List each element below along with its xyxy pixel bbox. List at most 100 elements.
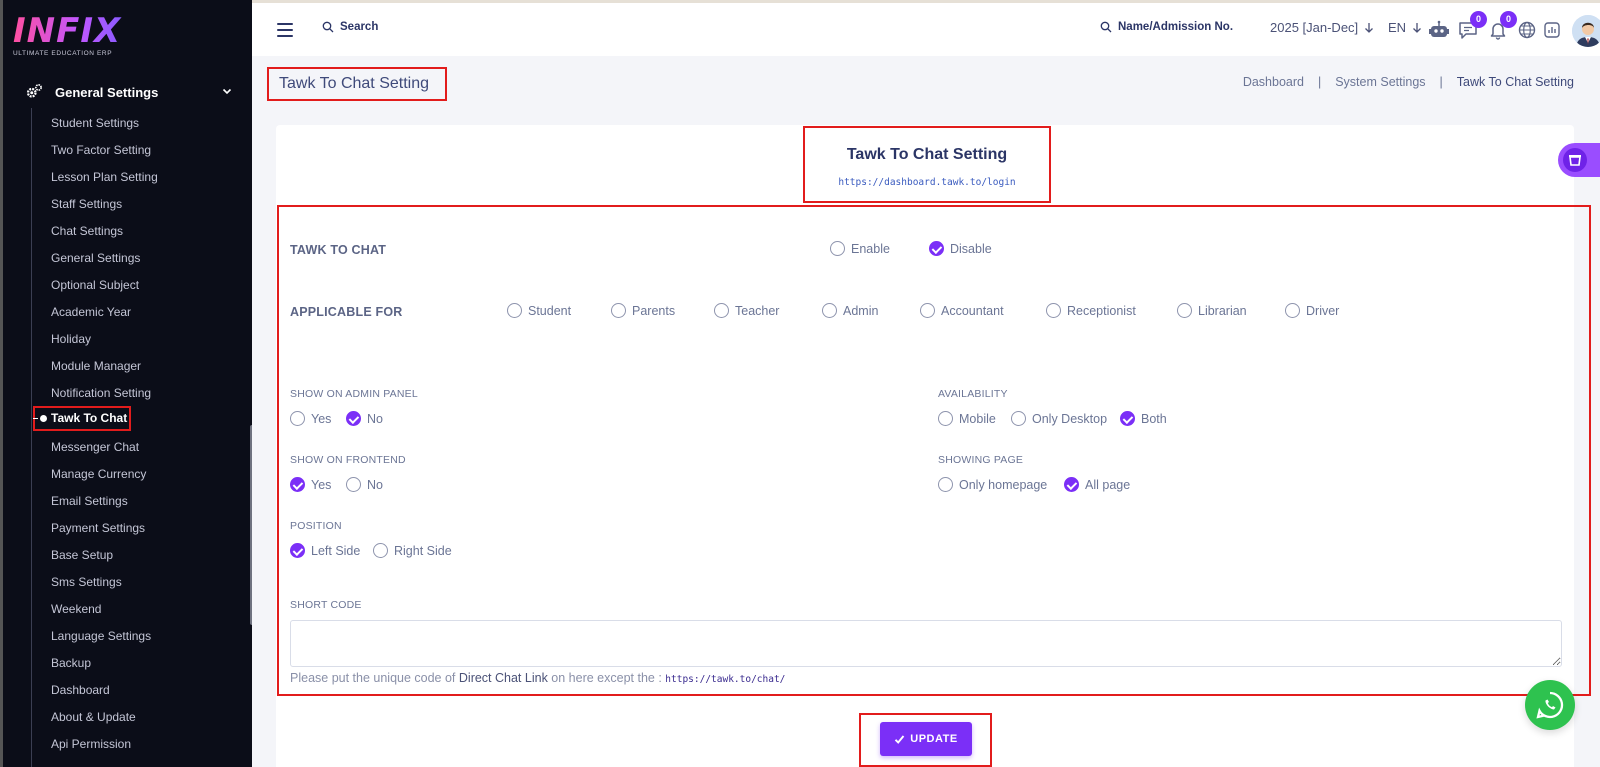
check-icon xyxy=(895,734,905,744)
sidebar-item-email-settings[interactable]: Email Settings xyxy=(51,488,241,515)
chevron-down-icon[interactable] xyxy=(221,85,233,97)
card-header-highlight: Tawk To Chat Setting https://dashboard.t… xyxy=(803,126,1051,203)
checkbox-applicable-teacher[interactable]: Teacher xyxy=(714,303,779,318)
radio-availability-both[interactable]: Both xyxy=(1120,411,1167,426)
checkbox-applicable-librarian[interactable]: Librarian xyxy=(1177,303,1247,318)
robot-icon[interactable] xyxy=(1428,19,1450,41)
sidebar-item-holiday[interactable]: Holiday xyxy=(51,326,241,353)
academic-year-select[interactable]: 2025 [Jan-Dec] xyxy=(1270,20,1374,35)
sidebar-item-dashboard[interactable]: Dashboard xyxy=(51,677,241,704)
checkbox-applicable-accountant[interactable]: Accountant xyxy=(920,303,1004,318)
radio-circle-icon xyxy=(938,411,953,426)
chat-notification[interactable]: 0 xyxy=(1457,11,1487,41)
tawk-dashboard-link[interactable]: https://dashboard.tawk.to/login xyxy=(805,177,1049,188)
sidebar: INFIX ULTIMATE EDUCATION ERP General Set… xyxy=(0,0,252,767)
radio-circle-icon xyxy=(938,477,953,492)
sidebar-item-base-setup[interactable]: Base Setup xyxy=(51,542,241,569)
radio-label: Only homepage xyxy=(959,477,1048,492)
applicable-for-label: APPLICABLE FOR xyxy=(290,305,403,319)
radio-circle-icon xyxy=(507,303,522,318)
radio-showing-all-page[interactable]: All page xyxy=(1064,477,1130,492)
radio-admin-panel-yes[interactable]: Yes xyxy=(290,411,331,426)
bell-notification[interactable]: 0 xyxy=(1487,11,1517,41)
checkbox-applicable-admin[interactable]: Admin xyxy=(822,303,878,318)
logo[interactable]: INFIX ULTIMATE EDUCATION ERP xyxy=(13,14,133,62)
radio-position-left-side[interactable]: Left Side xyxy=(290,543,360,558)
radio-label: Enable xyxy=(851,241,890,256)
sidebar-item-two-factor-setting[interactable]: Two Factor Setting xyxy=(51,137,241,164)
radio-availability-mobile[interactable]: Mobile xyxy=(938,411,996,426)
language-select[interactable]: EN xyxy=(1388,20,1422,35)
radio-frontend-no[interactable]: No xyxy=(346,477,383,492)
radio-label: No xyxy=(367,411,383,426)
radio-frontend-yes[interactable]: Yes xyxy=(290,477,331,492)
sidebar-item-payment-settings[interactable]: Payment Settings xyxy=(51,515,241,542)
sidebar-scrollbar[interactable] xyxy=(250,425,252,625)
sidebar-item-notification-setting[interactable]: Notification Setting xyxy=(51,380,241,407)
arrow-down-icon xyxy=(1413,22,1422,33)
sidebar-item-student-settings[interactable]: Student Settings xyxy=(51,110,241,137)
radio-showing-only-homepage[interactable]: Only homepage xyxy=(938,477,1047,492)
radio-label: Both xyxy=(1141,411,1167,426)
chat-count-badge: 0 xyxy=(1470,11,1487,28)
radio-tawk-disable[interactable]: Disable xyxy=(929,241,992,256)
sidebar-item-messenger-chat[interactable]: Messenger Chat xyxy=(51,434,241,461)
breadcrumb-dashboard[interactable]: Dashboard xyxy=(1243,75,1304,89)
checkbox-applicable-receptionist[interactable]: Receptionist xyxy=(1046,303,1136,318)
option-label: Teacher xyxy=(735,303,780,318)
search-icon xyxy=(322,21,334,33)
sidebar-item-general-settings[interactable]: General Settings xyxy=(51,245,241,272)
globe-icon[interactable] xyxy=(1516,19,1538,41)
radio-checked-icon xyxy=(290,543,305,558)
short-code-input[interactable] xyxy=(290,620,1562,667)
sidebar-item-staff-settings[interactable]: Staff Settings xyxy=(51,191,241,218)
sidebar-item-language-settings[interactable]: Language Settings xyxy=(51,623,241,650)
sidebar-item-about-update[interactable]: About & Update xyxy=(51,704,241,731)
active-dot-icon xyxy=(40,415,47,422)
sidebar-item-tawk-to-chat-active[interactable]: Tawk To Chat xyxy=(33,406,131,431)
sidebar-item-optional-subject[interactable]: Optional Subject xyxy=(51,272,241,299)
sidebar-item-weekend[interactable]: Weekend xyxy=(51,596,241,623)
checkbox-applicable-student[interactable]: Student xyxy=(507,303,571,318)
floating-cart-tab[interactable] xyxy=(1558,143,1600,177)
radio-checked-icon xyxy=(290,477,305,492)
availability-label: AVAILABILITY xyxy=(938,388,1008,400)
whatsapp-button[interactable] xyxy=(1525,680,1575,730)
option-label: Librarian xyxy=(1198,303,1247,318)
search-label: Search xyxy=(340,21,379,33)
sidebar-item-lesson-plan-setting[interactable]: Lesson Plan Setting xyxy=(51,164,241,191)
radio-availability-only-desktop[interactable]: Only Desktop xyxy=(1011,411,1107,426)
student-search[interactable]: Name/Admission No. xyxy=(1100,21,1233,33)
checkbox-applicable-driver[interactable]: Driver xyxy=(1285,303,1339,318)
analytics-icon[interactable] xyxy=(1541,19,1563,41)
radio-circle-icon xyxy=(373,543,388,558)
sidebar-item-module-manager[interactable]: Module Manager xyxy=(51,353,241,380)
sidebar-item-manage-currency[interactable]: Manage Currency xyxy=(51,461,241,488)
radio-admin-panel-no[interactable]: No xyxy=(346,411,383,426)
radio-label: All page xyxy=(1085,477,1131,492)
radio-position-right-side[interactable]: Right Side xyxy=(373,543,452,558)
sidebar-item-sms-settings[interactable]: Sms Settings xyxy=(51,569,241,596)
radio-circle-icon xyxy=(920,303,935,318)
avatar[interactable] xyxy=(1572,15,1600,47)
radio-tawk-enable[interactable]: Enable xyxy=(830,241,890,256)
breadcrumb-separator: | xyxy=(1317,75,1322,89)
sidebar-item-api-permission[interactable]: Api Permission xyxy=(51,731,241,758)
checkbox-applicable-parents[interactable]: Parents xyxy=(611,303,675,318)
search-icon xyxy=(1100,21,1112,33)
breadcrumb-system-settings[interactable]: System Settings xyxy=(1335,75,1425,89)
breadcrumb-current: Tawk To Chat Setting xyxy=(1456,75,1574,89)
sidebar-item-chat-settings[interactable]: Chat Settings xyxy=(51,218,241,245)
sidebar-item-academic-year[interactable]: Academic Year xyxy=(51,299,241,326)
update-button[interactable]: UPDATE xyxy=(880,722,972,756)
sidebar-item-backup[interactable]: Backup xyxy=(51,650,241,677)
menu-search[interactable]: Search xyxy=(322,21,378,33)
radio-circle-icon xyxy=(1011,411,1026,426)
hamburger-menu-icon[interactable] xyxy=(277,23,293,37)
showing-page-label: SHOWING PAGE xyxy=(938,454,1024,466)
sidebar-section-general-settings[interactable]: General Settings xyxy=(25,82,245,102)
show-on-frontend-label: SHOW ON FRONTEND xyxy=(290,454,406,466)
radio-label: Yes xyxy=(311,477,332,492)
sidebar-submenu: Student Settings Two Factor Setting Lesson… xyxy=(51,110,241,758)
whatsapp-icon xyxy=(1536,691,1564,719)
